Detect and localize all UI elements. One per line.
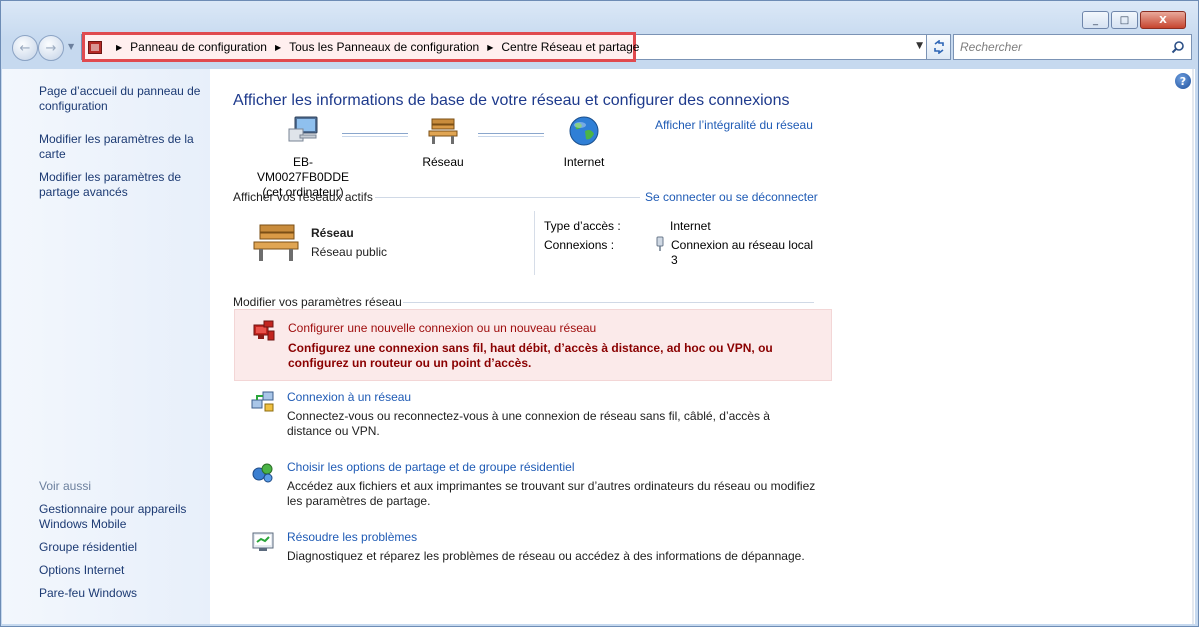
new-connection-icon xyxy=(253,320,275,341)
task-new-connection-title[interactable]: Configurer une nouvelle connexion ou un … xyxy=(288,321,596,335)
task-homegroup-title[interactable]: Choisir les options de partage et de gro… xyxy=(287,460,575,474)
task-new-connection[interactable]: Configurer une nouvelle connexion ou un … xyxy=(234,309,832,381)
sidebar-link-adapter-settings[interactable]: Modifier les paramètres de la carte xyxy=(39,132,204,162)
task-homegroup-desc: Accédez aux fichiers et aux imprimantes … xyxy=(287,479,816,508)
see-also-heading: Voir aussi xyxy=(39,479,92,493)
active-networks-label: Afficher vos réseaux actifs xyxy=(233,190,373,204)
homegroup-icon xyxy=(252,463,273,483)
section-divider xyxy=(403,302,814,303)
refresh-button[interactable] xyxy=(927,34,951,60)
internet-node-label: Internet xyxy=(563,155,605,169)
close-button[interactable]: X xyxy=(1140,11,1186,29)
network-connection-icon xyxy=(656,236,664,251)
computer-name: EB-VM0027FB0DDE xyxy=(256,155,350,184)
task-connect-network[interactable]: Connexion à un réseau Connectez-vous ou … xyxy=(234,387,832,449)
breadcrumb: ▶ Panneau de configuration ▶ Tous les Pa… xyxy=(108,40,639,54)
task-troubleshoot[interactable]: Résoudre les problèmes Diagnostiquez et … xyxy=(234,527,832,575)
sidebar-link-firewall[interactable]: Pare-feu Windows xyxy=(39,586,204,601)
sidebar-link-internet-options[interactable]: Options Internet xyxy=(39,563,204,578)
page-title: Afficher les informations de base de vot… xyxy=(233,92,790,109)
local-connection-line1[interactable]: Connexion au réseau local xyxy=(671,238,813,253)
access-type-value: Internet xyxy=(670,219,711,233)
breadcrumb-separator[interactable]: ▶ xyxy=(487,43,493,52)
breadcrumb-separator[interactable]: ▶ xyxy=(116,43,122,52)
maximize-button[interactable]: □ xyxy=(1111,11,1138,29)
search-box[interactable] xyxy=(953,34,1192,60)
address-dropdown-button[interactable]: ▼ xyxy=(916,41,923,51)
troubleshoot-icon xyxy=(252,532,274,551)
recent-pages-dropdown[interactable]: ▼ xyxy=(68,42,74,51)
map-connector xyxy=(342,133,408,137)
refresh-icon xyxy=(933,40,944,54)
task-homegroup[interactable]: Choisir les options de partage et de gro… xyxy=(234,457,832,519)
task-troubleshoot-desc: Diagnostiquez et réparez les problèmes d… xyxy=(287,549,805,563)
navigation-bar: ← → ▼ ▶ Panneau de configuration ▶ Tous … xyxy=(9,32,1192,62)
sidebar: Page d’accueil du panneau de configurati… xyxy=(2,69,210,624)
address-bar[interactable]: ▶ Panneau de configuration ▶ Tous les Pa… xyxy=(81,32,927,62)
bench-icon xyxy=(253,224,299,261)
task-troubleshoot-title[interactable]: Résoudre les problèmes xyxy=(287,530,417,544)
breadcrumb-separator[interactable]: ▶ xyxy=(275,43,281,52)
network-type-link[interactable]: Réseau public xyxy=(311,245,387,259)
connect-network-icon xyxy=(251,391,274,412)
active-network-name: Réseau xyxy=(311,226,354,240)
computer-icon xyxy=(288,116,318,142)
modify-settings-label: Modifier vos paramètres réseau xyxy=(233,295,402,309)
map-node-computer[interactable]: EB-VM0027FB0DDE (cet ordinateur) xyxy=(248,115,358,200)
connect-disconnect-link[interactable]: Se connecter ou se déconnecter xyxy=(645,190,818,204)
task-new-connection-desc: Configurez une connexion sans fil, haut … xyxy=(288,341,773,370)
local-connection-link[interactable]: Connexion au réseau local 3 xyxy=(671,238,813,268)
control-panel-icon xyxy=(88,41,102,54)
map-node-network[interactable]: Réseau xyxy=(410,115,476,170)
sidebar-link-advanced-sharing[interactable]: Modifier les paramètres de partage avanc… xyxy=(39,170,204,200)
sidebar-link-control-panel-home[interactable]: Page d’accueil du panneau de configurati… xyxy=(39,84,204,114)
forward-button[interactable]: → xyxy=(38,35,64,61)
view-full-map-link[interactable]: Afficher l’intégralité du réseau xyxy=(655,118,813,132)
access-type-label: Type d’accès : xyxy=(544,219,621,233)
search-icon[interactable] xyxy=(1171,40,1185,54)
breadcrumb-centre-reseau[interactable]: Centre Réseau et partage xyxy=(501,40,639,54)
network-node-label: Réseau xyxy=(422,155,464,169)
bench-icon xyxy=(428,118,458,144)
task-connect-network-desc: Connectez-vous ou reconnectez-vous à une… xyxy=(287,409,770,438)
section-divider xyxy=(375,197,640,198)
task-connect-network-title[interactable]: Connexion à un réseau xyxy=(287,390,411,404)
minimize-button[interactable]: _ xyxy=(1082,11,1109,29)
globe-icon xyxy=(569,116,599,146)
sidebar-link-homegroup[interactable]: Groupe résidentiel xyxy=(39,540,204,555)
window: _ □ X ← → ▼ ▶ Panneau de configuration ▶… xyxy=(0,0,1199,627)
map-connector xyxy=(478,133,544,137)
local-connection-line2[interactable]: 3 xyxy=(671,253,813,268)
search-input[interactable] xyxy=(960,39,1165,55)
main-content: Afficher les informations de base de vot… xyxy=(210,69,1195,624)
caption-buttons: _ □ X xyxy=(1082,11,1186,29)
breadcrumb-panneau-de-configuration[interactable]: Panneau de configuration xyxy=(130,40,267,54)
window-edge xyxy=(1192,69,1194,624)
help-button[interactable]: ? xyxy=(1175,73,1191,89)
vertical-divider xyxy=(534,211,535,275)
breadcrumb-tous-les-panneaux[interactable]: Tous les Panneaux de configuration xyxy=(289,40,479,54)
map-node-internet[interactable]: Internet xyxy=(550,115,618,170)
back-button[interactable]: ← xyxy=(12,35,38,61)
connections-label: Connexions : xyxy=(544,238,615,252)
sidebar-link-windows-mobile[interactable]: Gestionnaire pour appareils Windows Mobi… xyxy=(39,502,204,532)
